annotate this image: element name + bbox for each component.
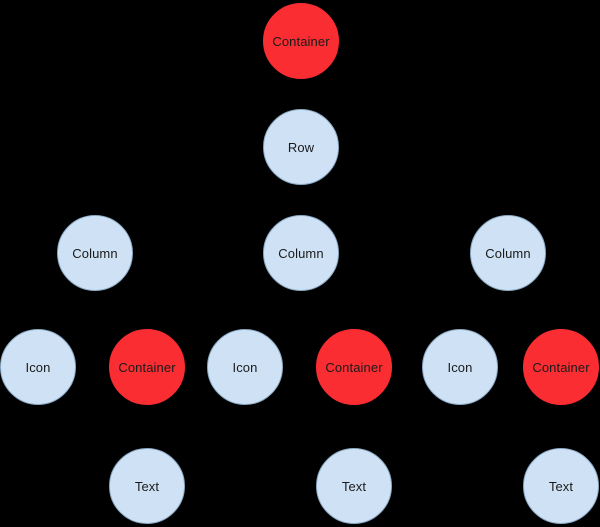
tree-node-label: Row (287, 139, 315, 155)
tree-node-column[interactable]: Column (470, 215, 546, 291)
tree-node-label: Text (134, 478, 160, 494)
tree-node-label: Column (278, 245, 324, 261)
tree-node-label: Container (532, 359, 590, 375)
tree-node-label: Container (325, 359, 383, 375)
tree-node-row[interactable]: Row (263, 109, 339, 185)
tree-node-label: Container (272, 33, 330, 49)
tree-node-label: Column (485, 245, 531, 261)
tree-node-container[interactable]: Container (316, 329, 392, 405)
tree-node-label: Container (118, 359, 176, 375)
tree-node-container[interactable]: Container (523, 329, 599, 405)
tree-node-container[interactable]: Container (263, 3, 339, 79)
tree-node-text[interactable]: Text (523, 448, 599, 524)
tree-node-column[interactable]: Column (263, 215, 339, 291)
tree-node-container[interactable]: Container (109, 329, 185, 405)
diagram-canvas: Container Row Column Column Column Icon Contai… (0, 0, 600, 527)
tree-node-icon[interactable]: Icon (0, 329, 76, 405)
tree-node-label: Column (72, 245, 118, 261)
tree-node-label: Text (548, 478, 574, 494)
tree-node-column[interactable]: Column (57, 215, 133, 291)
tree-node-icon[interactable]: Icon (422, 329, 498, 405)
tree-node-label: Text (341, 478, 367, 494)
tree-node-text[interactable]: Text (109, 448, 185, 524)
tree-node-text[interactable]: Text (316, 448, 392, 524)
tree-node-label: Icon (25, 359, 51, 375)
tree-node-icon[interactable]: Icon (207, 329, 283, 405)
tree-node-label: Icon (232, 359, 258, 375)
tree-node-label: Icon (447, 359, 473, 375)
